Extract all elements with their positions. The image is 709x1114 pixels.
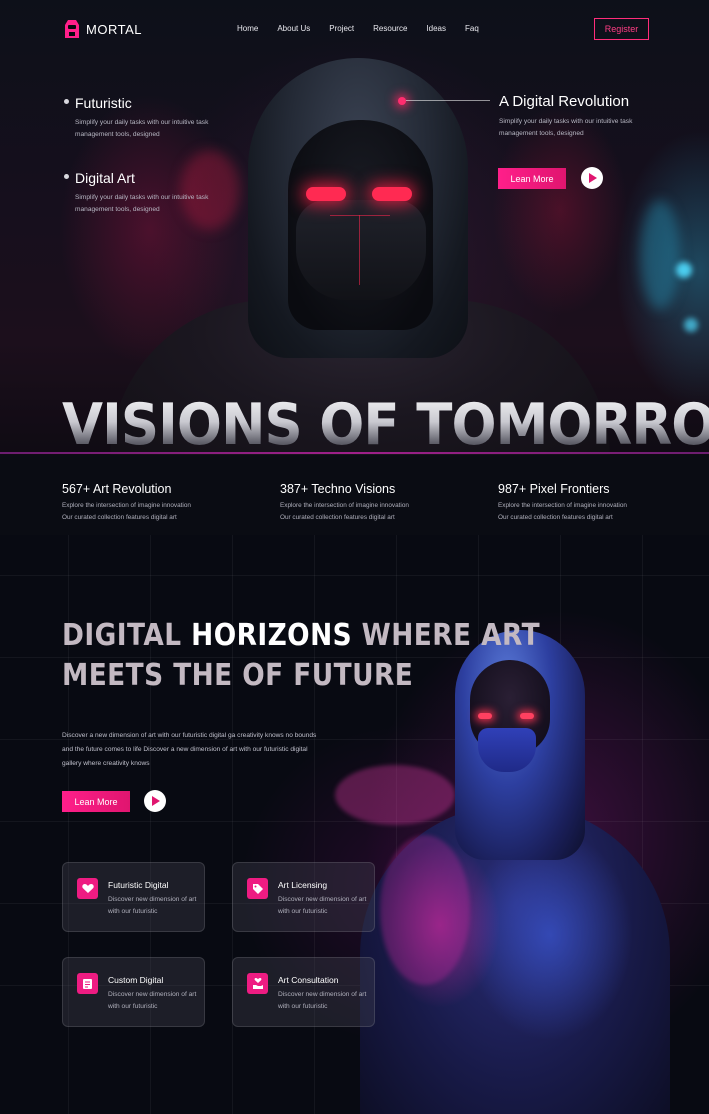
hud-marker-line <box>406 100 490 101</box>
section-play-icon[interactable] <box>144 790 166 812</box>
nav-faq[interactable]: Faq <box>465 24 479 33</box>
stats-section: 567+ Art Revolution Explore the intersec… <box>0 455 709 535</box>
card-text: Discover new dimension of art with our f… <box>278 991 367 1010</box>
card-art-consultation[interactable]: Art Consultation Discover new dimension … <box>232 957 375 1027</box>
card-custom-digital[interactable]: Custom Digital Discover new dimension of… <box>62 957 205 1027</box>
consult-icon <box>247 973 268 994</box>
mask-detail <box>359 215 360 285</box>
nav-home[interactable]: Home <box>237 24 258 33</box>
hero-feature-digital-art: Digital Art Simplify your daily tasks wi… <box>64 170 235 216</box>
stat-line: Explore the intersection of imagine inno… <box>498 502 627 509</box>
heart-hand-icon <box>77 878 98 899</box>
section-figure-eye-right <box>520 713 534 719</box>
hero-learn-more-button[interactable]: Lean More <box>498 168 566 189</box>
hero-feature-digital-revolution: A Digital Revolution Simplify your daily… <box>499 93 654 140</box>
card-art-licensing[interactable]: Art Licensing Discover new dimension of … <box>232 862 375 932</box>
stat-line: Our curated collection features digital … <box>62 514 177 521</box>
section-description: Discover a new dimension of art with our… <box>62 732 317 767</box>
feature-title: A Digital Revolution <box>499 93 630 110</box>
card-title: Futuristic Digital <box>108 880 169 890</box>
grid-line <box>0 575 709 576</box>
feature-text: Simplify your daily tasks with our intui… <box>75 194 209 213</box>
stat-line: Explore the intersection of imagine inno… <box>280 502 409 509</box>
hero-figure-eye-right <box>372 187 412 201</box>
hud-marker-dot <box>398 97 406 105</box>
nav-resource[interactable]: Resource <box>373 24 407 33</box>
stat-techno-visions: 387+ Techno Visions Explore the intersec… <box>280 482 409 524</box>
feature-text: Simplify your daily tasks with our intui… <box>75 119 209 138</box>
register-button[interactable]: Register <box>594 18 649 40</box>
background-bokeh <box>640 200 680 310</box>
card-title: Art Licensing <box>278 880 328 890</box>
logo[interactable]: MORTAL <box>64 19 142 39</box>
section-figure-mask <box>478 728 536 772</box>
card-text: Discover new dimension of art with our f… <box>108 896 197 915</box>
document-icon <box>77 973 98 994</box>
bullet-dot <box>64 174 69 179</box>
feature-title: Digital Art <box>75 170 135 186</box>
stat-art-revolution: 567+ Art Revolution Explore the intersec… <box>62 482 191 524</box>
stat-title: 387+ Techno Visions <box>280 482 396 496</box>
hero-divider <box>0 452 709 454</box>
section-figure-hair <box>335 765 455 825</box>
stat-line: Our curated collection features digital … <box>498 514 613 521</box>
background-bokeh <box>676 262 692 278</box>
hero-feature-futuristic: Futuristic Simplify your daily tasks wit… <box>64 95 235 141</box>
tag-icon <box>247 878 268 899</box>
stat-line: Explore the intersection of imagine inno… <box>62 502 191 509</box>
main-nav: Home About Us Project Resource Ideas Faq <box>237 24 479 33</box>
stat-title: 987+ Pixel Frontiers <box>498 482 610 496</box>
card-text: Discover new dimension of art with our f… <box>278 896 367 915</box>
hero-play-icon[interactable] <box>581 167 603 189</box>
grid-line <box>0 821 709 822</box>
section-title: DIGITAL HORIZONS WHERE ART MEETS THE OF … <box>62 616 540 696</box>
card-title: Art Consultation <box>278 975 339 985</box>
logo-text: MORTAL <box>86 21 142 37</box>
stat-pixel-frontiers: 987+ Pixel Frontiers Explore the interse… <box>498 482 627 524</box>
hero-figure-eye-left <box>306 187 346 201</box>
section-title-part: WHERE ART <box>352 618 541 653</box>
section-title-part: DIGITAL <box>62 618 192 653</box>
card-futuristic-digital[interactable]: Futuristic Digital Discover new dimensio… <box>62 862 205 932</box>
logo-icon <box>64 19 80 39</box>
stat-title: 567+ Art Revolution <box>62 482 172 496</box>
bullet-dot <box>64 99 69 104</box>
card-title: Custom Digital <box>108 975 164 985</box>
section-figure-hair <box>380 835 470 985</box>
digital-horizons-section: DIGITAL HORIZONS WHERE ART MEETS THE OF … <box>0 535 709 1114</box>
section-title-highlight: HORIZONS <box>191 618 353 653</box>
section-title-line2: MEETS THE OF FUTURE <box>62 658 414 693</box>
nav-ideas[interactable]: Ideas <box>426 24 446 33</box>
hero-headline: VISIONS OF TOMORROW <box>62 395 709 455</box>
feature-title: Futuristic <box>75 95 132 111</box>
nav-project[interactable]: Project <box>329 24 354 33</box>
feature-text: Simplify your daily tasks with our intui… <box>499 118 633 137</box>
section-figure-eye-left <box>478 713 492 719</box>
card-text: Discover new dimension of art with our f… <box>108 991 197 1010</box>
section-learn-more-button[interactable]: Lean More <box>62 791 130 812</box>
hero-section: MORTAL Home About Us Project Resource Id… <box>0 0 709 455</box>
stat-line: Our curated collection features digital … <box>280 514 395 521</box>
background-bokeh <box>684 318 698 332</box>
nav-about-us[interactable]: About Us <box>277 24 310 33</box>
mask-detail <box>330 215 390 216</box>
